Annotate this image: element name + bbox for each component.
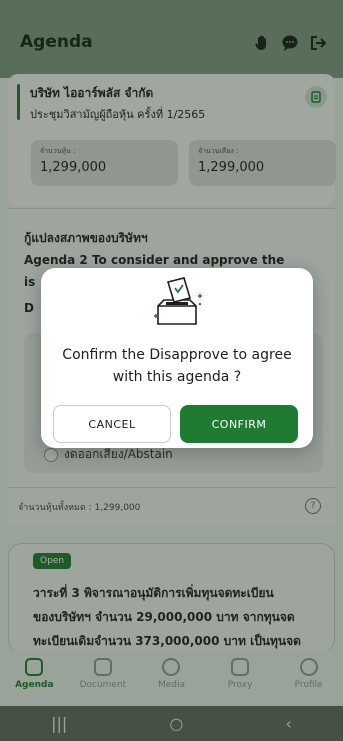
confirm-dialog: Confirm the Disapprove to agree with thi…	[41, 268, 313, 448]
confirm-message: Confirm the Disapprove to agree with thi…	[41, 344, 313, 388]
ballot-box-icon	[154, 277, 202, 325]
confirm-button[interactable]: CONFIRM	[180, 405, 298, 443]
confirm-message-line2: with this agenda ?	[112, 369, 242, 385]
confirm-message-line1: Confirm the Disapprove to agree	[62, 347, 292, 363]
app-root: Agenda บริษัท ไออาร์พลัส จำกัด ประชุมวิส…	[0, 0, 343, 741]
cancel-button[interactable]: CANCEL	[53, 405, 171, 443]
